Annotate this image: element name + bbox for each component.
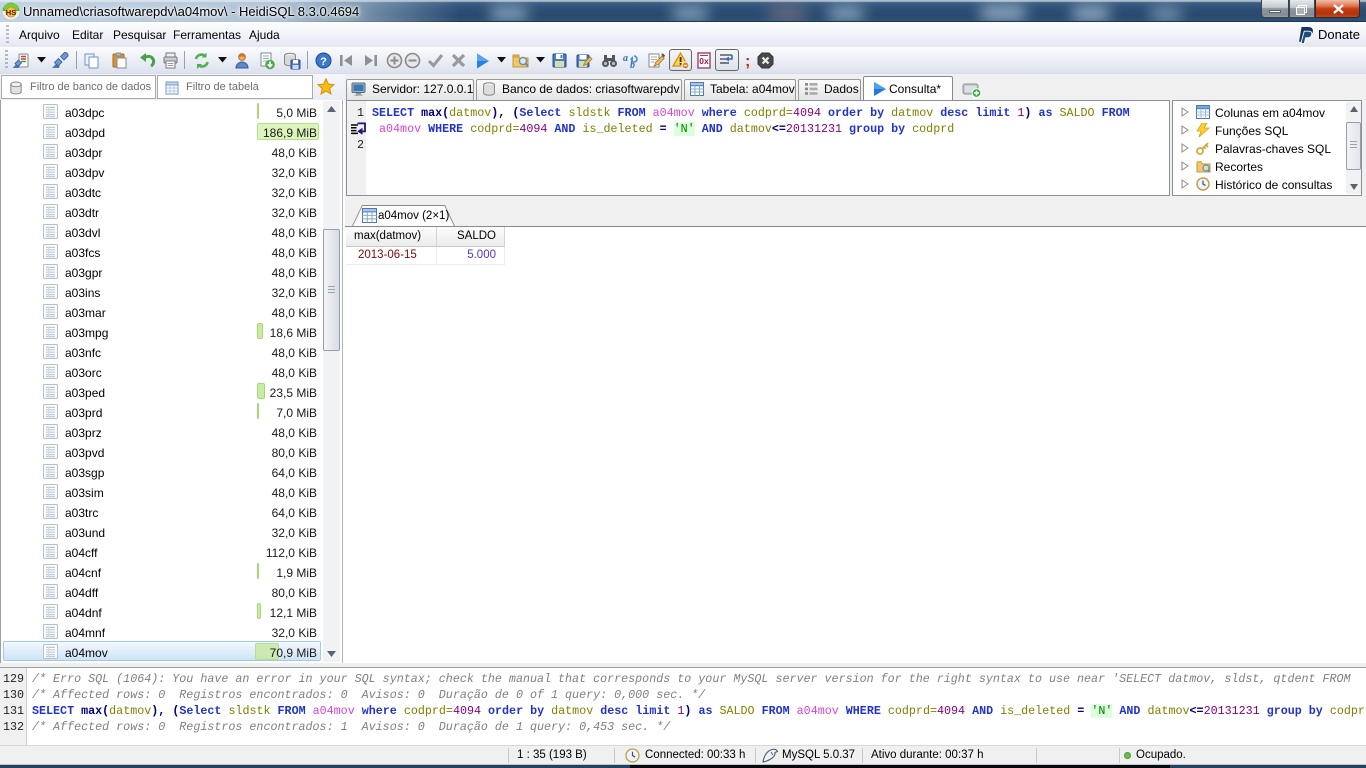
- svg-text:;: ;: [745, 53, 750, 70]
- svg-text:0x: 0x: [699, 56, 709, 66]
- svg-text:HS: HS: [6, 8, 16, 17]
- svg-text:?: ?: [320, 56, 327, 68]
- svg-text:a: a: [623, 53, 628, 64]
